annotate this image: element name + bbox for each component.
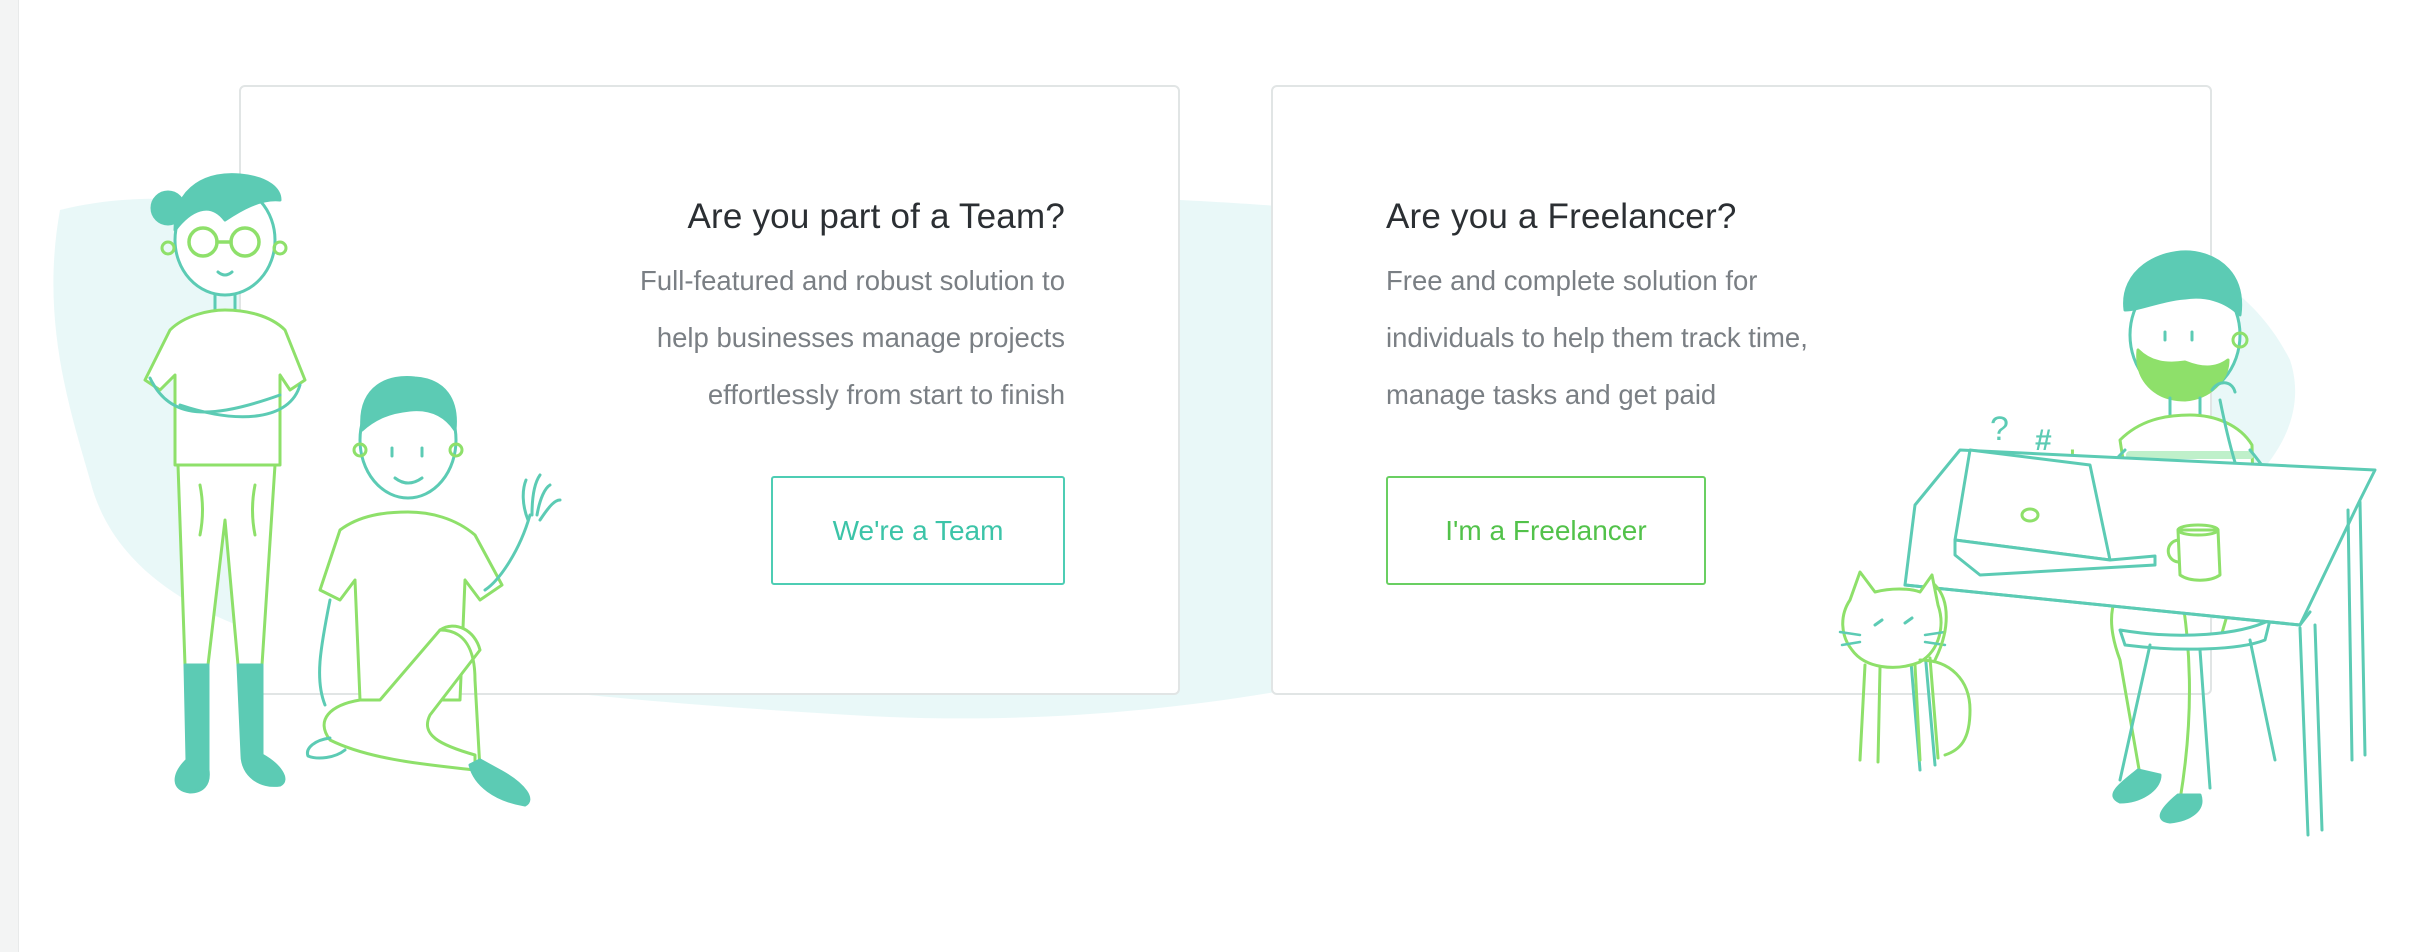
team-card-description-line: help businesses manage projects (656, 322, 1065, 353)
freelancer-card-description-line: Free and complete solution for (1386, 265, 1758, 296)
sitting-man-figure (305, 376, 562, 807)
were-a-team-button[interactable]: We're a Team (771, 476, 1065, 585)
freelancer-card-description-line: manage tasks and get paid (1386, 379, 1717, 410)
team-people-illustration (143, 173, 562, 807)
team-card-description: Full-featured and robust solution to hel… (640, 252, 1065, 423)
im-a-freelancer-button[interactable]: I'm a Freelancer (1386, 476, 1706, 585)
cat-figure (1838, 570, 1972, 764)
freelancer-card-description-line: individuals to help them track time, (1386, 322, 1808, 353)
onboarding-choice-page: Are you part of a Team? Full-featured an… (0, 0, 2430, 952)
question-doodle: ? (1990, 410, 2009, 448)
woman-figure (143, 173, 307, 794)
freelancer-card-description: Free and complete solution for individua… (1386, 252, 1808, 423)
hash-doodle: # (2035, 424, 2052, 457)
freelancer-desk-illustration: ? # ! (1838, 250, 2377, 837)
team-card-description-line: effortlessly from start to finish (707, 379, 1065, 410)
chair (2118, 618, 2272, 651)
team-card-description-line: Full-featured and robust solution to (640, 265, 1065, 296)
freelancer-card-title: Are you a Freelancer? (1386, 197, 1737, 236)
team-card-title: Are you part of a Team? (687, 197, 1065, 236)
